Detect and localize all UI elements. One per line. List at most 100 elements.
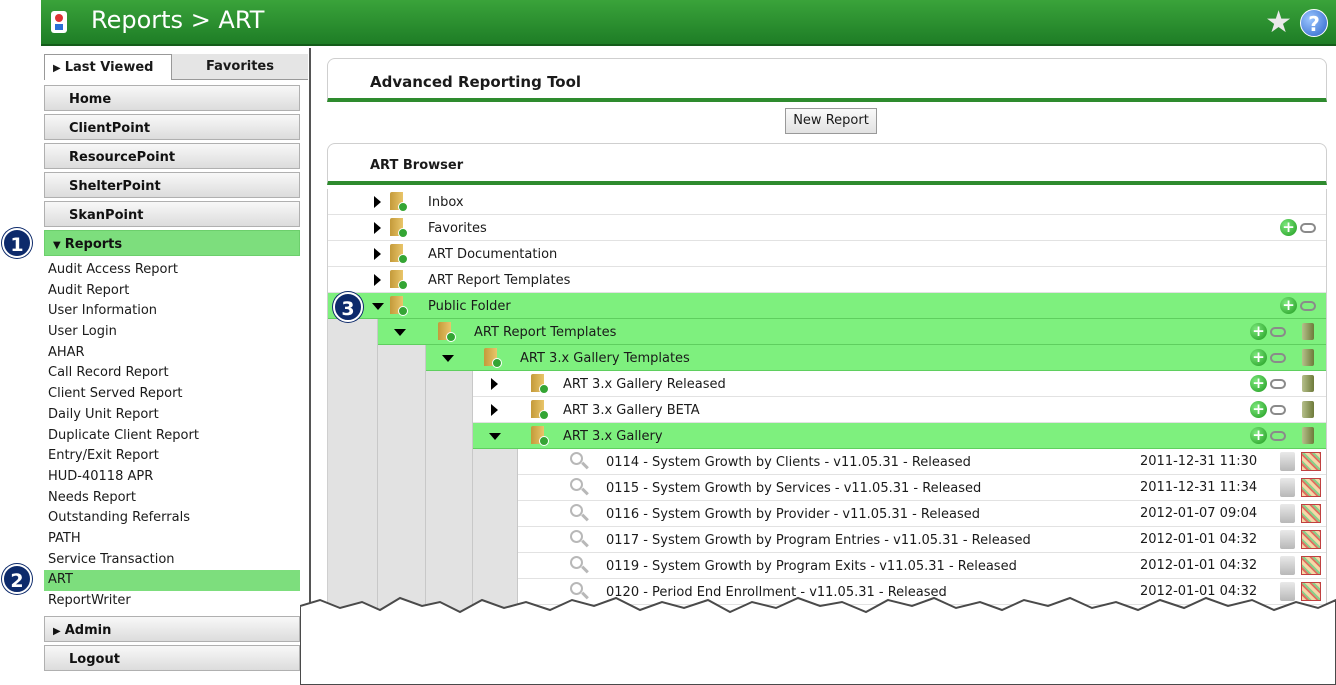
add-icon[interactable]: + <box>1250 375 1267 392</box>
copy-icon[interactable] <box>1280 530 1295 549</box>
trash-icon[interactable] <box>1302 427 1314 444</box>
expand-arrow-icon[interactable] <box>491 378 498 390</box>
tree-row-inbox[interactable]: Inbox <box>328 189 1326 215</box>
report-item[interactable]: Call Record Report <box>44 363 300 384</box>
trash-icon[interactable] <box>1302 323 1314 340</box>
tree-row-art-3x-gallery[interactable]: ART 3.x Gallery + <box>473 423 1326 449</box>
tree-row-public-folder[interactable]: Public Folder + <box>328 293 1326 319</box>
report-date: 2011-12-31 11:30 <box>1140 454 1258 469</box>
expand-arrow-icon[interactable] <box>374 196 381 208</box>
add-icon[interactable]: + <box>1250 427 1267 444</box>
report-item[interactable]: Daily Unit Report <box>44 405 300 426</box>
report-item-art[interactable]: ART <box>44 570 300 591</box>
link-icon[interactable] <box>1270 379 1286 389</box>
add-icon[interactable]: + <box>1250 323 1267 340</box>
report-item[interactable]: Audit Report <box>44 281 300 302</box>
tab-last-viewed[interactable]: ▶ Last Viewed <box>44 54 172 80</box>
report-name[interactable]: 0119 - System Growth by Program Exits - … <box>606 559 1017 574</box>
report-name[interactable]: 0115 - System Growth by Services - v11.0… <box>606 481 981 496</box>
tree-row-favorites[interactable]: Favorites + <box>328 215 1326 241</box>
report-row[interactable]: 0117 - System Growth by Program Entries … <box>518 527 1326 553</box>
expand-arrow-icon[interactable] <box>374 222 381 234</box>
trash-icon[interactable] <box>1302 375 1314 392</box>
schedule-icon[interactable] <box>1301 504 1321 523</box>
magnifier-icon[interactable] <box>570 452 590 472</box>
folder-icon <box>388 218 410 238</box>
report-item[interactable]: User Information <box>44 301 300 322</box>
report-item[interactable]: Entry/Exit Report <box>44 446 300 467</box>
collapse-arrow-icon[interactable] <box>489 433 501 440</box>
new-report-button[interactable]: New Report <box>785 108 877 134</box>
row-actions: + <box>1280 219 1324 237</box>
help-icon[interactable]: ? <box>1300 9 1328 37</box>
magnifier-icon[interactable] <box>570 530 590 550</box>
report-item[interactable]: ReportWriter <box>44 591 300 612</box>
link-icon[interactable] <box>1270 327 1286 337</box>
report-item[interactable]: Outstanding Referrals <box>44 508 300 529</box>
report-item[interactable]: Needs Report <box>44 488 300 509</box>
collapse-arrow-icon[interactable] <box>372 303 384 310</box>
add-icon[interactable]: + <box>1250 401 1267 418</box>
collapse-arrow-icon[interactable] <box>394 329 406 336</box>
schedule-icon[interactable] <box>1301 478 1321 497</box>
tree-row-art-3x-gallery-released[interactable]: ART 3.x Gallery Released + <box>473 371 1326 397</box>
tree-row-art-3x-gallery-templates[interactable]: ART 3.x Gallery Templates + <box>426 345 1326 371</box>
nav-shelterpoint[interactable]: ShelterPoint <box>44 172 300 198</box>
tree-row-art-documentation[interactable]: ART Documentation <box>328 241 1326 267</box>
link-icon[interactable] <box>1300 301 1316 311</box>
schedule-icon[interactable] <box>1301 530 1321 549</box>
report-item[interactable]: AHAR <box>44 343 300 364</box>
report-name[interactable]: 0116 - System Growth by Provider - v11.0… <box>606 507 980 522</box>
report-item[interactable]: Client Served Report <box>44 384 300 405</box>
trash-icon[interactable] <box>1302 349 1314 366</box>
report-item[interactable]: PATH <box>44 529 300 550</box>
add-icon[interactable]: + <box>1280 297 1297 314</box>
tree-row-art-report-templates-public[interactable]: ART Report Templates + <box>378 319 1326 345</box>
nav-resourcepoint[interactable]: ResourcePoint <box>44 143 300 169</box>
expand-arrow-icon[interactable] <box>374 274 381 286</box>
add-icon[interactable]: + <box>1280 219 1297 236</box>
tree-row-art-3x-gallery-beta[interactable]: ART 3.x Gallery BETA + <box>473 397 1326 423</box>
expand-arrow-icon[interactable] <box>491 404 498 416</box>
copy-icon[interactable] <box>1280 452 1295 471</box>
tree-row-label: ART Report Templates <box>428 273 571 288</box>
link-icon[interactable] <box>1270 405 1286 415</box>
report-actions <box>1280 452 1324 472</box>
magnifier-icon[interactable] <box>570 556 590 576</box>
tree-gutter <box>378 343 426 619</box>
copy-icon[interactable] <box>1280 504 1295 523</box>
nav-logout[interactable]: Logout <box>44 645 300 671</box>
magnifier-icon[interactable] <box>570 504 590 524</box>
report-item[interactable]: Duplicate Client Report <box>44 426 300 447</box>
report-row[interactable]: 0115 - System Growth by Services - v11.0… <box>518 475 1326 501</box>
magnifier-icon[interactable] <box>570 478 590 498</box>
nav-reports[interactable]: ▼ Reports <box>44 230 300 256</box>
link-icon[interactable] <box>1270 353 1286 363</box>
report-item[interactable]: HUD-40118 APR <box>44 467 300 488</box>
copy-icon[interactable] <box>1280 556 1295 575</box>
report-item[interactable]: Audit Access Report <box>44 260 300 281</box>
link-icon[interactable] <box>1270 431 1286 441</box>
report-row[interactable]: 0114 - System Growth by Clients - v11.05… <box>518 449 1326 475</box>
report-item[interactable]: User Login <box>44 322 300 343</box>
report-name[interactable]: 0117 - System Growth by Program Entries … <box>606 533 1031 548</box>
nav-skanpoint[interactable]: SkanPoint <box>44 201 300 227</box>
add-icon[interactable]: + <box>1250 349 1267 366</box>
schedule-icon[interactable] <box>1301 556 1321 575</box>
report-item[interactable]: Service Transaction <box>44 550 300 571</box>
report-name[interactable]: 0114 - System Growth by Clients - v11.05… <box>606 455 971 470</box>
star-icon[interactable]: ★ <box>1265 6 1292 40</box>
tree-row-art-report-templates[interactable]: ART Report Templates <box>328 267 1326 293</box>
collapse-arrow-icon[interactable] <box>442 355 454 362</box>
tab-favorites[interactable]: Favorites <box>172 54 308 80</box>
nav-admin[interactable]: ▶ Admin <box>44 616 300 642</box>
link-icon[interactable] <box>1300 223 1316 233</box>
report-row[interactable]: 0116 - System Growth by Provider - v11.0… <box>518 501 1326 527</box>
nav-home[interactable]: Home <box>44 85 300 111</box>
copy-icon[interactable] <box>1280 478 1295 497</box>
schedule-icon[interactable] <box>1301 452 1321 471</box>
nav-clientpoint[interactable]: ClientPoint <box>44 114 300 140</box>
trash-icon[interactable] <box>1302 401 1314 418</box>
report-row[interactable]: 0119 - System Growth by Program Exits - … <box>518 553 1326 579</box>
expand-arrow-icon[interactable] <box>374 248 381 260</box>
